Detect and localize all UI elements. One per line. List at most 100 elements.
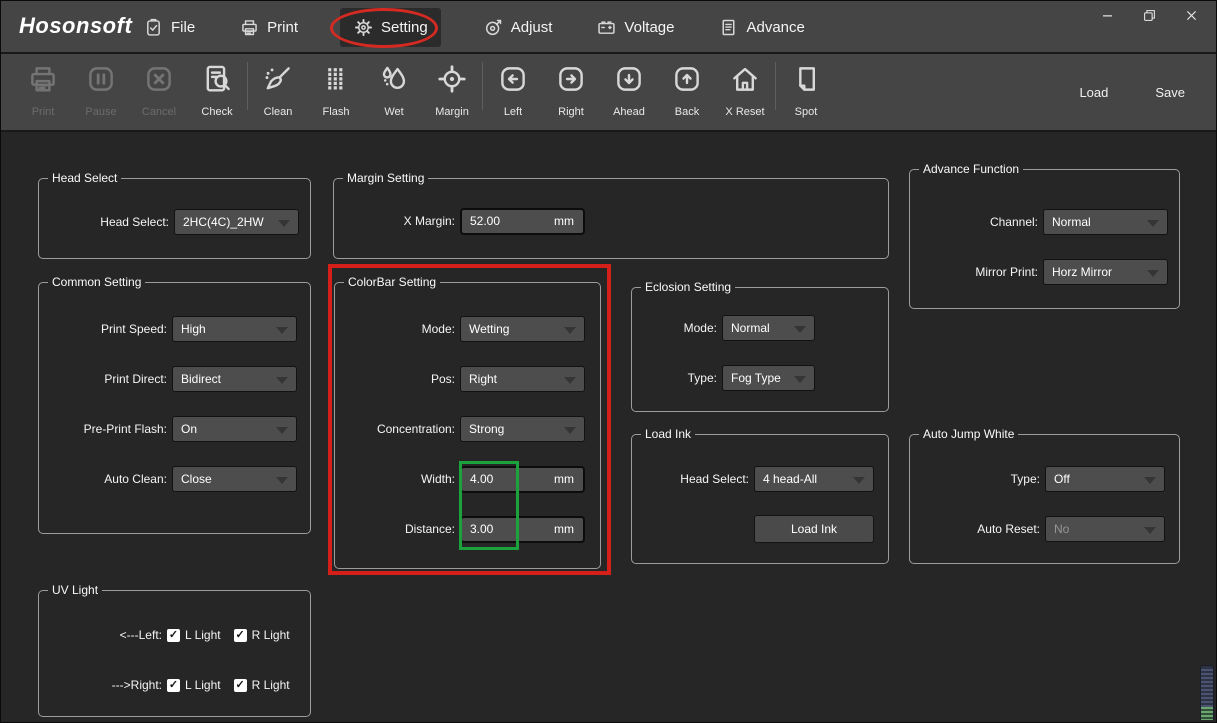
channel-dropdown[interactable]: Normal [1043,209,1168,235]
panel-advance-function: Advance FunctionChannel:NormalMirror Pri… [909,169,1180,309]
menu-item-voltage[interactable]: Voltage [594,9,676,46]
r-light-checkbox[interactable] [234,679,247,692]
tool-check[interactable]: Check [188,54,246,118]
minimize-button[interactable] [1094,7,1120,29]
close-icon [1184,8,1199,28]
head-select-dropdown[interactable]: 2HC(4C)_2HW [174,209,299,235]
mode-dropdown[interactable]: Normal [722,315,815,341]
field-label: Type: [910,472,1040,486]
chevron-down-icon [1147,270,1159,277]
page-fold-icon [789,62,823,101]
tool-spot[interactable]: Spot [777,54,835,118]
field-row: Mirror Print:Horz Mirror [910,247,1179,297]
r-light-checkbox[interactable] [234,629,247,642]
menu-item-setting[interactable]: Setting [340,8,441,47]
panel-title: Eclosion Setting [641,280,735,294]
pause-icon [84,62,118,101]
restore-button[interactable] [1136,7,1162,29]
tool-flash[interactable]: Flash [307,54,365,118]
panel-rows: Mode:WettingPos:RightConcentration:Stron… [335,283,600,554]
print-direct-dropdown[interactable]: Bidirect [172,366,297,392]
crosshair-icon [435,62,469,101]
tool-clean[interactable]: Clean [249,54,307,118]
tool-cancel: Cancel [130,54,188,118]
auto-clean-dropdown[interactable]: Close [172,466,297,492]
dropdown-value: Fog Type [723,371,781,385]
mirror-print-dropdown[interactable]: Horz Mirror [1043,259,1168,285]
tool-margin[interactable]: Margin [423,54,481,118]
l-light-checkbox[interactable] [167,629,180,642]
dropdown-value: Normal [723,321,770,335]
head-select-dropdown[interactable]: 4 head-All [754,466,874,492]
field-label: Mode: [335,322,455,336]
chevron-down-icon [276,477,288,484]
tool-label: Clean [264,106,293,118]
chevron-down-icon [794,376,806,383]
dropdown-value: Wetting [461,322,509,336]
tool-wet[interactable]: Wet [365,54,423,118]
gear-icon [353,17,374,38]
pos-dropdown[interactable]: Right [460,366,585,392]
close-button[interactable] [1178,7,1204,29]
save-button[interactable]: Save [1155,85,1185,100]
chevron-down-icon [1144,477,1156,484]
distance-input[interactable]: 3.00mm [460,516,585,543]
tool-label: X Reset [725,106,764,118]
load-ink-button[interactable]: Load Ink [754,515,874,543]
field-row: Pos:Right [335,354,600,404]
printer-icon [239,17,260,38]
tool-left[interactable]: Left [484,54,542,118]
type-dropdown[interactable]: Fog Type [722,365,815,391]
tool-right[interactable]: Right [542,54,600,118]
tool-label: Ahead [613,106,645,118]
menu-item-file[interactable]: File [141,9,197,46]
printer-icon [26,62,60,101]
panel-common-setting: Common SettingPrint Speed:HighPrint Dire… [38,282,311,534]
panel-rows: <---Left:L LightR Light--->Right:L Light… [39,591,310,710]
dropdown-value: High [173,322,206,336]
dropdown-value: Bidirect [173,372,221,386]
field-row: Distance:3.00mm [335,504,600,554]
menu-item-adjust[interactable]: Adjust [481,9,555,46]
ink-level-green-bars [1201,707,1213,720]
panel-title: ColorBar Setting [344,275,440,289]
tool-label: Pause [85,106,116,118]
l-light-checkbox[interactable] [167,679,180,692]
menu-item-label: Setting [381,19,428,36]
tool-x-reset[interactable]: X Reset [716,54,774,118]
arrow-up-squircle-icon [670,62,704,101]
clipboard-icon [143,17,164,38]
battery-icon [596,17,617,38]
tool-label: Wet [384,106,403,118]
field-label: Mode: [632,321,717,335]
panel-title: Auto Jump White [919,427,1018,441]
menu-item-advance[interactable]: Advance [716,9,806,46]
tool-ahead[interactable]: Ahead [600,54,658,118]
pre-print-flash-dropdown[interactable]: On [172,416,297,442]
width-input[interactable]: 4.00mm [460,466,585,493]
tool-label: Cancel [142,106,176,118]
chevron-down-icon [564,377,576,384]
concentration-dropdown[interactable]: Strong [460,416,585,442]
chevron-down-icon [276,327,288,334]
tool-back[interactable]: Back [658,54,716,118]
x-margin-input[interactable]: 52.00mm [460,208,585,235]
print-speed-dropdown[interactable]: High [172,316,297,342]
panel-rows: Head Select:2HC(4C)_2HW [39,179,310,247]
main-content: Head SelectHead Select:2HC(4C)_2HWMargin… [1,132,1216,720]
field-row: Type: Off [910,454,1179,504]
mode-dropdown[interactable]: Wetting [460,316,585,342]
panel-title: Margin Setting [343,171,428,185]
dropdown-value: Off [1046,472,1070,486]
toolbar-actions: Load Save [1079,85,1185,100]
chevron-down-icon [853,477,865,484]
type-dropdown[interactable]: Off [1045,466,1165,492]
menu-item-print[interactable]: Print [237,9,300,46]
home-icon [728,62,762,101]
load-button[interactable]: Load [1079,85,1108,100]
field-label: Print Direct: [39,372,167,386]
input-unit: mm [554,522,583,536]
chevron-down-icon [276,377,288,384]
panel-load-ink: Load InkHead Select:4 head-AllLoad Ink [631,434,889,564]
auto-reset-dropdown[interactable]: No [1045,516,1165,542]
